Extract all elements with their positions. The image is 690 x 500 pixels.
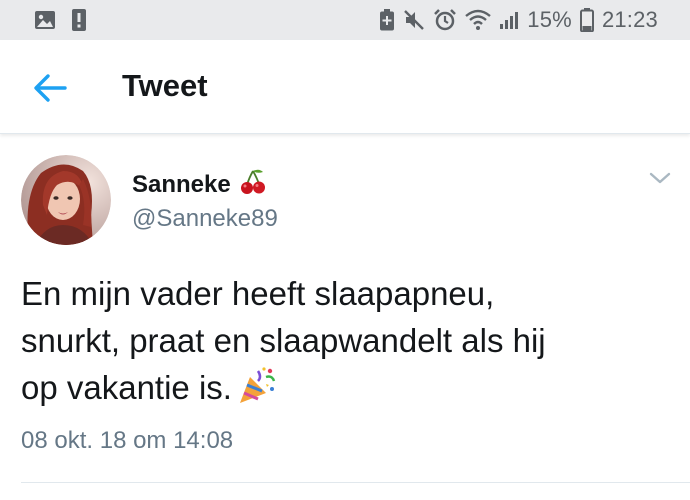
- user-name-row[interactable]: Sanneke: [132, 168, 267, 201]
- tweet-timestamp[interactable]: 08 okt. 18 om 14:08: [21, 427, 233, 455]
- cherries-icon: [239, 168, 267, 201]
- user-name[interactable]: Sanneke: [132, 171, 231, 199]
- tweet-text-line: En mijn vader heeft slaapapneu,: [21, 275, 495, 312]
- battery-saver-icon: [379, 9, 395, 31]
- status-bar: 15% 21:23: [0, 0, 690, 40]
- page-title: Tweet: [122, 68, 208, 103]
- status-right-icons: 15% 21:23: [379, 7, 658, 33]
- wifi-icon: [465, 9, 492, 31]
- tweet-text-line: snurkt, praat en slaapwandelt als hij: [21, 322, 546, 359]
- battery-percent: 15%: [527, 7, 572, 32]
- battery-icon: [579, 8, 594, 32]
- app-header: Tweet: [0, 40, 690, 134]
- user-handle[interactable]: @Sanneke89: [132, 205, 278, 233]
- arrow-left-icon: [33, 73, 67, 108]
- tweet-detail-screen: 15% 21:23 Tweet Sanneke @Sanneke89 En mi…: [0, 0, 690, 500]
- chevron-down-icon: [649, 171, 671, 190]
- party-popper-icon: [236, 367, 276, 417]
- divider: [21, 482, 690, 483]
- alert-icon: [72, 9, 86, 31]
- clock: 21:23: [601, 7, 658, 32]
- tweet-text: En mijn vader heeft slaapapneu, snurkt, …: [21, 270, 661, 417]
- alarm-icon: [433, 8, 457, 32]
- tweet-text-line-last: op vakantie is.: [21, 364, 661, 417]
- mute-icon: [403, 9, 425, 31]
- avatar[interactable]: [21, 155, 111, 245]
- signal-icon: [499, 10, 519, 30]
- tweet-menu-button[interactable]: [646, 168, 674, 192]
- tweet-text-line-content: op vakantie is.: [21, 369, 232, 406]
- back-button[interactable]: [30, 70, 70, 110]
- status-left-icons: [34, 9, 86, 31]
- image-icon: [34, 10, 56, 30]
